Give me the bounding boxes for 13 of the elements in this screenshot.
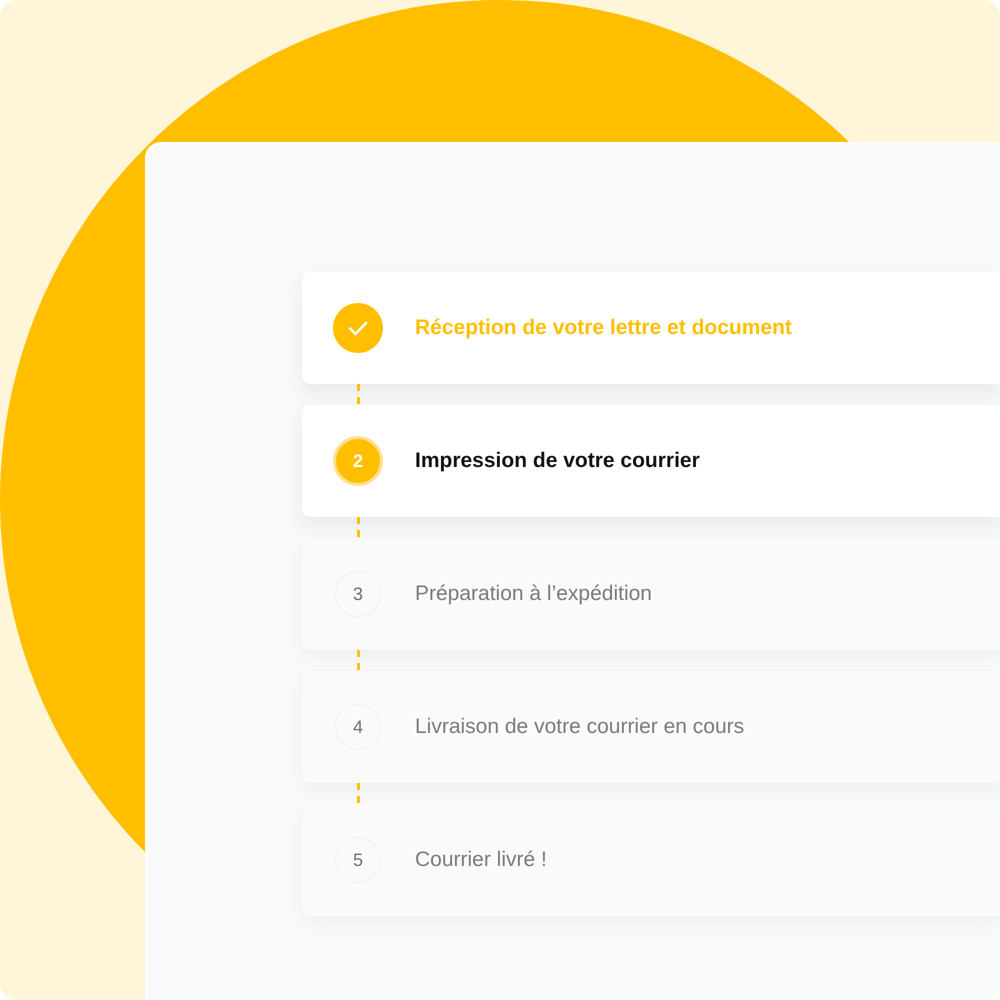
- step-label: Préparation à l’expédition: [415, 581, 652, 608]
- step-number: 5: [335, 837, 381, 883]
- step-label: Livraison de votre courrier en cours: [415, 714, 744, 740]
- step-label: Réception de votre lettre et document: [415, 315, 792, 342]
- step-number: 2: [333, 436, 383, 486]
- dashed-connector: [357, 783, 360, 804]
- step-number: 4: [335, 704, 381, 750]
- dashed-connector: [357, 650, 360, 671]
- step-label: Impression de votre courrier: [415, 448, 700, 474]
- dashed-connector: [357, 384, 360, 405]
- step-label: Courrier livré !: [415, 847, 547, 874]
- step-number: 3: [335, 571, 381, 617]
- dashed-connector: [357, 517, 360, 538]
